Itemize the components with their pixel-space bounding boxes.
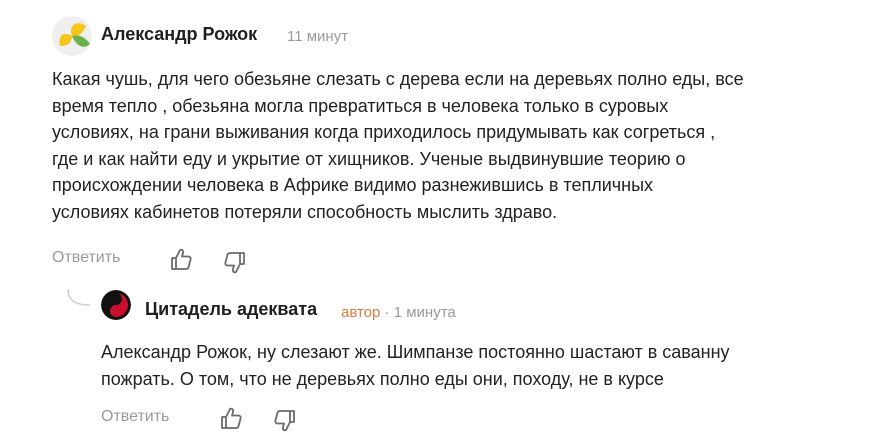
reply-dislike-button[interactable]: [272, 408, 298, 434]
dislike-button[interactable]: [222, 250, 248, 276]
author-badge: автор: [341, 304, 381, 321]
thumbs-up-icon: [221, 407, 242, 429]
thumbs-down-icon: [274, 410, 295, 432]
reply-button[interactable]: Ответить: [52, 249, 120, 267]
reply-body: Александр Рожок, ну слезают же. Шимпанзе…: [101, 339, 841, 392]
avatar[interactable]: [52, 16, 92, 56]
comment-body-line: условиях кабинетов потеряли способность …: [52, 201, 558, 222]
comment-body-line: происхождении человека в Африке видимо р…: [52, 175, 654, 195]
comment-body-line: Какая чушь, для чего обезьяне слезать с …: [52, 69, 744, 89]
reply-avatar[interactable]: [101, 290, 131, 320]
thumbs-up-icon: [171, 248, 192, 270]
reply-reply-button[interactable]: Ответить: [101, 408, 169, 426]
reply-timestamp: 1 минута: [393, 304, 456, 321]
reply-body-line: пожрать. О том, что не деревьях полно ед…: [101, 368, 664, 389]
meta-separator: ·: [384, 304, 390, 321]
reply-meta: автор · 1 минута: [341, 304, 456, 321]
like-button[interactable]: [168, 246, 194, 272]
reply-like-button[interactable]: [218, 405, 244, 431]
comment-body-line: где и как найти еду и укрытие от хищнико…: [52, 148, 686, 169]
comment-author-name[interactable]: Александр Рожок: [101, 24, 257, 45]
yellow-green-petals-avatar-icon: [52, 16, 92, 56]
reply-author-name[interactable]: Цитадель адеквата: [145, 299, 317, 320]
comment-timestamp: 11 минут: [287, 28, 349, 45]
thumbs-down-icon: [224, 252, 245, 274]
yin-yang-red-black-avatar-icon: [101, 290, 131, 320]
reply-body-line: Александр Рожок, ну слезают же. Шимпанзе…: [101, 342, 730, 362]
reply-thread-icon: [66, 288, 92, 308]
comment-body-line: условиях, на грани выживания когда прихо…: [52, 122, 716, 142]
comment-body: Какая чушь, для чего обезьяне слезать с …: [52, 66, 832, 225]
comment-body-line: время тепло , обезьяна могла превратитьс…: [52, 95, 669, 116]
